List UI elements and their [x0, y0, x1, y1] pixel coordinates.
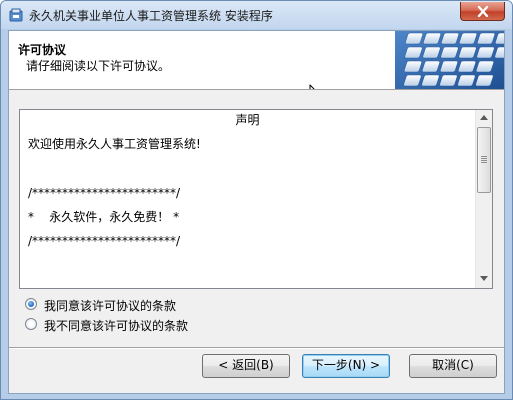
scroll-up-icon	[480, 115, 488, 120]
scroll-down-button[interactable]	[476, 271, 492, 288]
license-border-bottom: /************************/	[28, 234, 181, 248]
title-bar[interactable]: 永久机关事业单位人事工资管理系统 安装程序	[1, 1, 512, 29]
accept-radio[interactable]	[25, 298, 37, 310]
next-button[interactable]: 下一步(N) >	[302, 354, 390, 378]
scroll-up-button[interactable]	[476, 110, 492, 127]
back-button[interactable]: < 返回(B)	[202, 354, 290, 378]
scroll-thumb[interactable]	[477, 127, 491, 193]
wizard-client-area: 许可协议 请仔细阅读以下许可协议。 声明 欢迎使用永久人事工资管理系统! /**…	[8, 30, 505, 394]
license-heading: 声明	[235, 113, 260, 127]
close-icon	[477, 6, 489, 17]
radio-selected-dot	[28, 301, 34, 307]
grip-line	[481, 156, 487, 157]
decline-radio[interactable]	[25, 318, 37, 330]
license-welcome-line: 欢迎使用永久人事工资管理系统!	[28, 137, 201, 151]
grip-line	[481, 160, 487, 161]
grip-line	[481, 158, 487, 159]
page-title: 许可协议	[18, 43, 67, 57]
license-border-top: /************************/	[28, 186, 181, 200]
license-slogan: * 永久软件，永久免费！ *	[28, 210, 180, 224]
grip-line	[481, 162, 487, 163]
wizard-header: 许可协议 请仔细阅读以下许可协议。	[9, 31, 504, 90]
decline-label[interactable]: 我不同意该许可协议的条款	[44, 317, 188, 334]
close-button[interactable]	[460, 2, 505, 21]
installer-window: 永久机关事业单位人事工资管理系统 安装程序 许可协议 请仔细阅读以下许可协议。	[0, 0, 513, 400]
cancel-button[interactable]: 取消(C)	[409, 354, 497, 378]
installer-app-icon	[8, 7, 24, 23]
vertical-scrollbar[interactable]	[475, 110, 492, 288]
license-text-box[interactable]: 声明 欢迎使用永久人事工资管理系统! /********************…	[19, 109, 493, 289]
page-subtitle: 请仔细阅读以下许可协议。	[26, 59, 171, 73]
accept-label[interactable]: 我同意该许可协议的条款	[44, 297, 176, 314]
keyboard-image	[395, 31, 504, 89]
window-title: 永久机关事业单位人事工资管理系统 安装程序	[29, 9, 273, 23]
license-text: 声明 欢迎使用永久人事工资管理系统! /********************…	[20, 110, 475, 288]
scroll-down-icon	[480, 276, 488, 281]
button-divider	[9, 347, 504, 349]
mouse-cursor-icon	[309, 84, 315, 89]
